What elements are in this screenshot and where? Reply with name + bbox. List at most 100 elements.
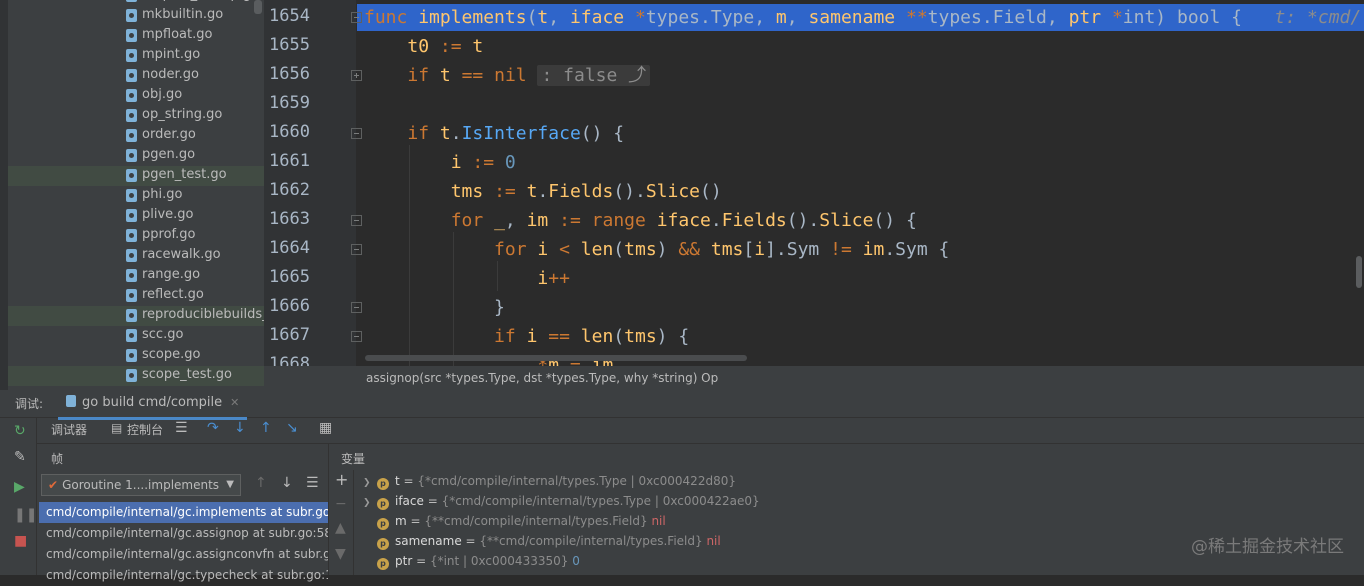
remove-watch-icon[interactable]: − bbox=[335, 496, 347, 512]
variable-row[interactable]: p samename = {**cmd/compile/internal/type… bbox=[363, 531, 721, 551]
line-number: 1660 bbox=[269, 122, 310, 142]
tree-file-item[interactable]: mpint.go bbox=[8, 46, 264, 66]
go-file-icon bbox=[66, 395, 76, 407]
fold-hint[interactable]: : false ⤴ bbox=[537, 65, 651, 86]
code-line-1661: i := 0 bbox=[450, 152, 516, 173]
tree-file-name: scc.go bbox=[142, 327, 184, 342]
pause-icon[interactable]: ❚❚ bbox=[14, 507, 37, 523]
run-config-label: go build cmd/compile bbox=[82, 395, 223, 410]
stop-icon[interactable]: ■ bbox=[14, 533, 27, 549]
line-number: 1668 bbox=[269, 354, 310, 366]
tree-file-item[interactable]: pgen.go bbox=[8, 146, 264, 166]
tree-file-item[interactable]: order.go bbox=[8, 126, 264, 146]
variable-type: {*int | 0xc000433350} bbox=[429, 554, 569, 568]
variable-name: ptr bbox=[395, 554, 413, 568]
filter-icon[interactable]: ☰ bbox=[306, 475, 319, 491]
tree-file-item[interactable]: scc.go bbox=[8, 326, 264, 346]
tree-file-item[interactable]: pgen_test.go bbox=[8, 166, 264, 186]
fold-marker[interactable] bbox=[351, 331, 362, 342]
run-config-tab[interactable]: go build cmd/compile ✕ bbox=[58, 390, 248, 420]
check-icon: ✔ bbox=[48, 478, 59, 492]
fold-marker[interactable] bbox=[351, 215, 362, 226]
variable-name: iface bbox=[395, 494, 424, 508]
parameter-icon: p bbox=[377, 538, 389, 550]
tree-file-item[interactable]: phi.go bbox=[8, 186, 264, 206]
tab-console[interactable]: 控制台 bbox=[127, 421, 163, 438]
step-out-icon[interactable]: ↘ bbox=[286, 420, 298, 436]
code-line-1667: if i == len(tms) { bbox=[494, 326, 690, 347]
stack-frame-item[interactable]: cmd/compile/internal/gc.assignconvfn at … bbox=[39, 544, 328, 565]
tree-file-item[interactable]: mpfloat.go bbox=[8, 26, 264, 46]
tree-file-item[interactable]: pprof.go bbox=[8, 226, 264, 246]
tree-file-item[interactable]: mkbuiltin.go bbox=[8, 6, 264, 26]
menu-icon[interactable]: ☰ bbox=[175, 420, 188, 436]
tree-file-item[interactable]: scope_test.go bbox=[8, 366, 264, 386]
code-line-1664: for i < len(tms) && tms[i].Sym != im.Sym… bbox=[494, 239, 950, 260]
goroutine-select[interactable]: ✔ Goroutine 1....implements ▼ bbox=[41, 474, 241, 496]
tree-file-item[interactable]: noder.go bbox=[8, 66, 264, 86]
tree-file-name: racewalk.go bbox=[142, 247, 221, 262]
go-file-icon bbox=[126, 129, 137, 142]
code-line-1654: func implements(t, iface *types.Type, m,… bbox=[364, 7, 1362, 28]
go-file-icon bbox=[126, 369, 137, 382]
fold-marker[interactable] bbox=[351, 70, 362, 81]
arrow-up-icon[interactable]: ↑ bbox=[255, 475, 267, 491]
resume-icon[interactable]: ▶ bbox=[14, 479, 25, 495]
equals-sign: = bbox=[406, 514, 425, 528]
add-watch-icon[interactable]: + bbox=[335, 470, 348, 489]
close-icon[interactable]: ✕ bbox=[230, 396, 239, 409]
go-file-icon bbox=[126, 69, 137, 82]
go-file-icon bbox=[126, 169, 137, 182]
tree-scrollbar[interactable] bbox=[254, 0, 262, 14]
go-file-icon bbox=[126, 109, 137, 122]
line-number: 1656 bbox=[269, 64, 310, 84]
stack-frame-item[interactable]: cmd/compile/internal/gc.implements at su… bbox=[39, 502, 328, 523]
line-number: 1663 bbox=[269, 209, 310, 229]
show-execution-point-icon[interactable]: ↷ bbox=[207, 420, 219, 436]
go-file-icon bbox=[126, 9, 137, 22]
code-editor[interactable]: 1654 1655 1656 1659 1660 1661 1662 1663 1664 1665… bbox=[264, 0, 1364, 366]
expand-arrow-icon[interactable]: ❯ bbox=[363, 493, 377, 513]
go-file-icon bbox=[126, 189, 137, 202]
step-into-icon[interactable]: ↑ bbox=[260, 420, 272, 436]
fold-marker[interactable] bbox=[351, 244, 362, 255]
evaluate-icon[interactable]: ▦ bbox=[319, 420, 332, 436]
tree-file-item[interactable]: scope.go bbox=[8, 346, 264, 366]
editor-vertical-scrollbar[interactable] bbox=[1356, 256, 1362, 288]
tree-file-name: mkbuiltin.go bbox=[142, 7, 224, 22]
fold-marker[interactable] bbox=[351, 128, 362, 139]
editor-horizontal-scrollbar[interactable] bbox=[365, 355, 747, 361]
rerun-icon[interactable]: ↻ bbox=[14, 423, 26, 439]
tree-file-item[interactable]: plive.go bbox=[8, 206, 264, 226]
arrow-down-icon[interactable]: ↓ bbox=[281, 475, 293, 491]
tree-file-name: obj.go bbox=[142, 87, 183, 102]
tree-file-name: mapfile_mmap.go bbox=[142, 0, 259, 2]
variable-row[interactable]: ❯ p t = {*cmd/compile/internal/types.Type … bbox=[363, 471, 736, 491]
go-file-icon bbox=[126, 149, 137, 162]
debug-tab-bar: 调试: go build cmd/compile ✕ bbox=[0, 390, 1364, 420]
tree-file-item[interactable]: range.go bbox=[8, 266, 264, 286]
tab-debugger[interactable]: 调试器 bbox=[51, 421, 87, 438]
tree-file-item[interactable]: reflect.go bbox=[8, 286, 264, 306]
variable-row[interactable]: pm = {**cmd/compile/internal/types.Field… bbox=[363, 511, 666, 531]
tree-file-item[interactable]: reproduciblebuilds_test.go bbox=[8, 306, 264, 326]
tree-file-item[interactable]: obj.go bbox=[8, 86, 264, 106]
expand-arrow-icon[interactable]: ❯ bbox=[363, 473, 377, 493]
wrench-icon[interactable]: ✎ bbox=[14, 449, 26, 465]
move-down-icon[interactable]: ▼ bbox=[335, 546, 346, 562]
move-up-icon[interactable]: ▲ bbox=[335, 520, 346, 536]
variable-row[interactable]: p ptr = {*int | 0xc000433350} 0 bbox=[363, 551, 580, 571]
stack-frame-item[interactable]: cmd/compile/internal/gc.typecheck at sub… bbox=[39, 565, 328, 586]
fold-marker[interactable] bbox=[351, 12, 362, 23]
debug-panel-title: 调试: bbox=[15, 397, 44, 411]
tree-file-name: pprof.go bbox=[142, 227, 196, 242]
tree-file-item[interactable]: racewalk.go bbox=[8, 246, 264, 266]
variable-row[interactable]: ❯ p iface = {*cmd/compile/internal/types.T… bbox=[363, 491, 760, 511]
fold-marker[interactable] bbox=[351, 302, 362, 313]
tree-file-item[interactable]: op_string.go bbox=[8, 106, 264, 126]
go-file-icon bbox=[126, 49, 137, 62]
step-over-icon[interactable]: ↓ bbox=[234, 420, 246, 436]
watermark: @稀土掘金技术社区 bbox=[1191, 537, 1344, 557]
stack-frame-item[interactable]: cmd/compile/internal/gc.assignop at subr… bbox=[39, 523, 328, 544]
inline-hint: t: *cmd/ bbox=[1274, 7, 1362, 28]
